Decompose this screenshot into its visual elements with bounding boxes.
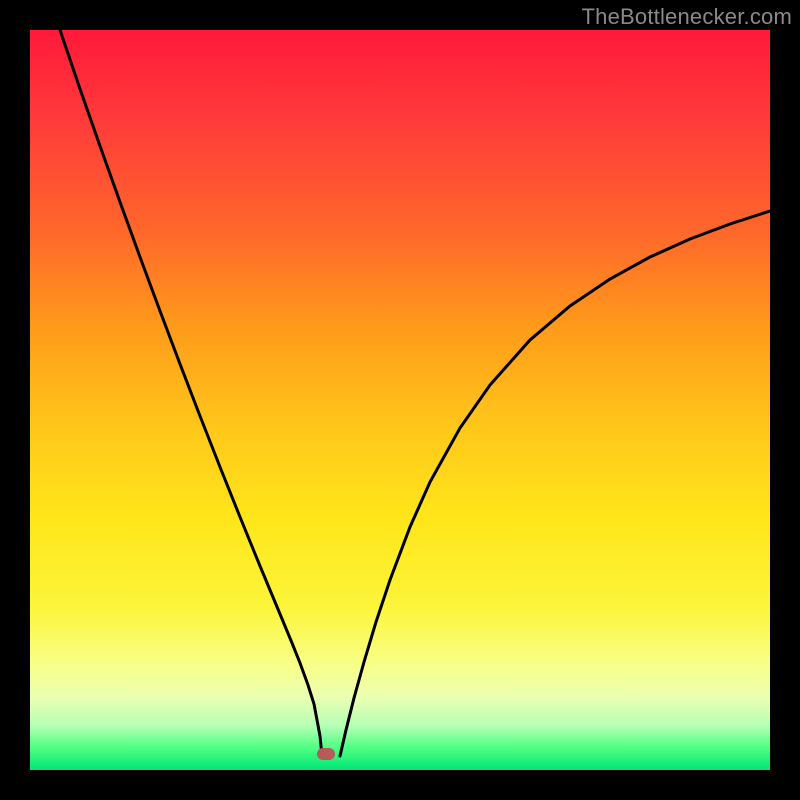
plot-area [30,30,770,770]
bottleneck-curve [30,30,770,770]
watermark-text: TheBottlenecker.com [582,4,792,30]
chart-frame: TheBottlenecker.com [0,0,800,800]
optimal-point-marker [317,748,335,760]
